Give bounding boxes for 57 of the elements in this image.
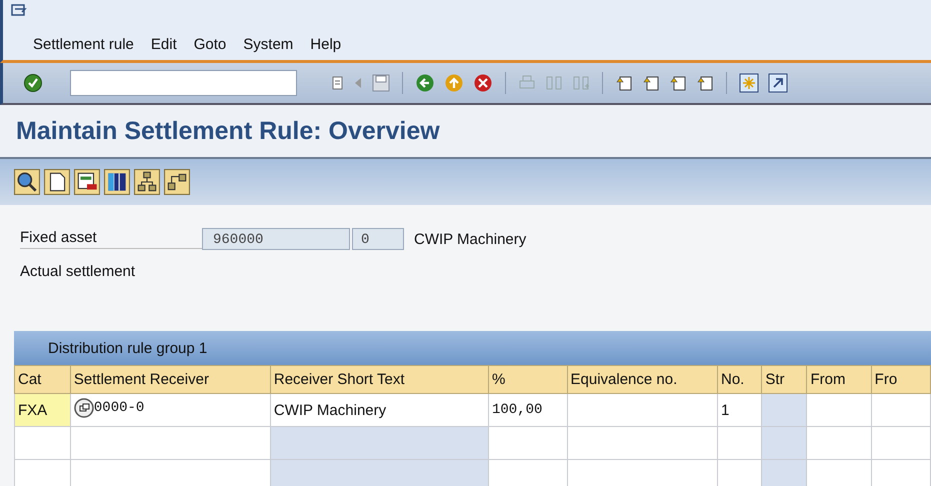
table-cell: [717, 426, 762, 460]
table-cell: CWIP Machinery: [270, 394, 488, 426]
page-icon[interactable]: [615, 74, 633, 92]
hierarchy-icon[interactable]: [164, 169, 190, 195]
table-cell: [871, 460, 930, 486]
asset-field[interactable]: 960000: [202, 228, 350, 250]
back-icon[interactable]: [415, 73, 435, 93]
columns-icon[interactable]: [104, 169, 130, 195]
column-header[interactable]: From: [806, 366, 872, 394]
table-cell: 1: [717, 394, 762, 426]
column-header[interactable]: Equivalence no.: [567, 366, 718, 394]
column-header[interactable]: Settlement Receiver: [70, 366, 270, 394]
menu-item[interactable]: Settlement rule: [33, 36, 134, 52]
shortcut-icon[interactable]: [768, 73, 788, 93]
settlement-type: Actual settlement: [20, 262, 136, 280]
history-icon[interactable]: [332, 76, 344, 90]
column-header[interactable]: No.: [717, 366, 762, 394]
table-cell: [14, 426, 70, 460]
column-header[interactable]: Receiver Short Text: [270, 366, 488, 394]
check-icon[interactable]: [23, 73, 43, 93]
table-cell: [806, 394, 872, 426]
table-cell: [871, 394, 930, 426]
menu-item[interactable]: Help: [310, 36, 342, 52]
table-cell: 100,00: [488, 394, 568, 426]
column-header[interactable]: Fro: [871, 366, 930, 394]
subnumber-field[interactable]: 0: [352, 228, 404, 250]
column-header[interactable]: %: [488, 366, 568, 394]
table-cell: [806, 426, 872, 460]
window-icon[interactable]: [739, 73, 759, 93]
save-icon[interactable]: [372, 74, 390, 92]
screen-title: Maintain Settlement Rule: Overview: [16, 116, 440, 146]
asset-description: CWIP Machinery: [414, 230, 526, 248]
column-header[interactable]: Str: [762, 366, 807, 394]
command-field[interactable]: [70, 70, 297, 96]
column-header[interactable]: Cat: [14, 366, 70, 394]
page-icon[interactable]: [44, 169, 70, 195]
menu-icon[interactable]: [11, 4, 27, 18]
group-title: Distribution rule group 1: [48, 340, 208, 356]
popup-icon[interactable]: [74, 398, 94, 418]
page-icon[interactable]: [642, 74, 660, 92]
table-cell: [871, 426, 930, 460]
table-cell: FXA: [14, 394, 70, 426]
menu-item[interactable]: Goto: [194, 36, 226, 52]
cancel-icon[interactable]: [473, 73, 493, 93]
table-cell: [717, 460, 762, 486]
hierarchy-icon[interactable]: [134, 169, 160, 195]
table-cell: [762, 426, 807, 460]
page-icon[interactable]: [669, 74, 687, 92]
table-cell: [762, 460, 807, 486]
menu-item[interactable]: Edit: [150, 36, 177, 52]
table-cell: [806, 460, 872, 486]
magnifier-icon[interactable]: [14, 169, 40, 195]
menu-item[interactable]: System: [243, 36, 294, 52]
table-cell: [762, 394, 807, 426]
page-icon[interactable]: [696, 74, 714, 92]
form-icon[interactable]: [74, 169, 100, 195]
table-cell: 0000-0: [70, 394, 270, 426]
